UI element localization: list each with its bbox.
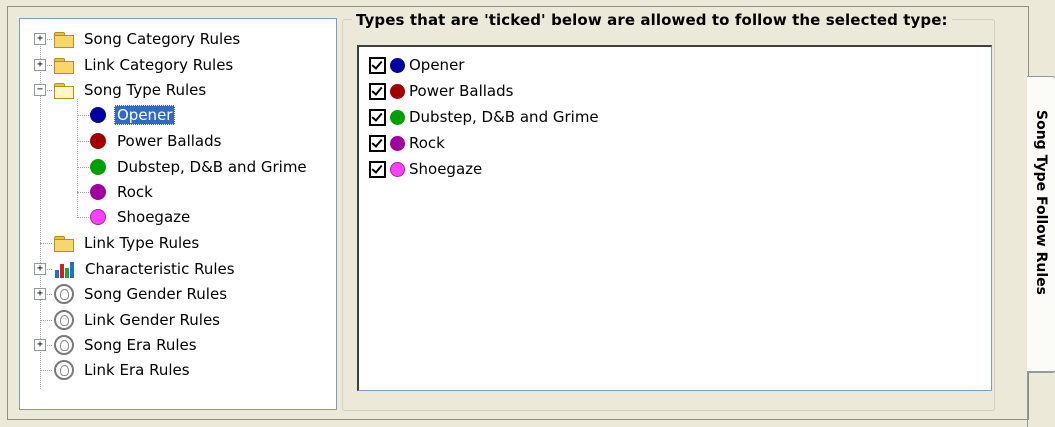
collapse-icon[interactable]: − [34, 84, 46, 96]
tree-item-link-category-rules[interactable]: Link Category Rules [54, 54, 236, 76]
tree-item-opener[interactable]: Opener [90, 104, 176, 126]
tree-item-label: Link Category Rules [84, 56, 234, 74]
tree-item-characteristic-rules[interactable]: Characteristic Rules [54, 258, 238, 280]
tree-item-link-gender-rules[interactable]: Link Gender Rules [54, 309, 223, 331]
checkbox[interactable] [369, 160, 386, 178]
tree-item-label: Rock [117, 183, 153, 201]
check-item-dubstep[interactable]: Dubstep, D&B and Grime [369, 105, 599, 129]
tree-item-shoegaze[interactable]: Shoegaze [90, 206, 193, 228]
tree-item-power-ballads[interactable]: Power Ballads [90, 130, 224, 152]
check-item-label: Dubstep, D&B and Grime [409, 108, 599, 126]
red-dot-icon [90, 133, 106, 149]
blue-dot-icon [390, 57, 405, 73]
expand-icon[interactable]: + [34, 263, 46, 275]
blue-dot-icon [90, 107, 106, 123]
checkbox[interactable] [369, 82, 386, 100]
open-folder-icon [54, 82, 74, 99]
tree-item-rock[interactable]: Rock [90, 181, 156, 203]
tab-strip-edge [1027, 371, 1055, 427]
gender-icon [54, 284, 74, 304]
purple-dot-icon [390, 135, 405, 151]
tree-item-label: Opener [114, 105, 176, 125]
tree-item-label: Characteristic Rules [85, 260, 235, 278]
tree-connector [77, 115, 89, 116]
tree-item-label: Song Era Rules [84, 336, 197, 354]
tree-item-song-era-rules[interactable]: Song Era Rules [54, 334, 200, 356]
expand-icon[interactable]: + [34, 59, 46, 71]
pink-dot-icon [90, 209, 106, 225]
check-item-opener[interactable]: Opener [369, 53, 464, 77]
era-icon [54, 360, 74, 380]
tree-item-label: Link Type Rules [84, 234, 200, 252]
tree-item-song-gender-rules[interactable]: Song Gender Rules [54, 283, 230, 305]
folder-icon [54, 31, 74, 48]
folder-icon [54, 57, 74, 74]
expand-icon[interactable]: + [34, 33, 46, 45]
tree-connector [40, 243, 52, 244]
tree-item-song-category-rules[interactable]: Song Category Rules [54, 28, 243, 50]
check-item-power-ballads[interactable]: Power Ballads [369, 79, 513, 103]
tree-item-label: Link Era Rules [84, 361, 190, 379]
red-dot-icon [390, 83, 405, 99]
folder-icon [54, 235, 74, 252]
check-item-label: Power Ballads [409, 82, 514, 100]
pink-dot-icon [390, 161, 405, 177]
tree-item-link-type-rules[interactable]: Link Type Rules [54, 232, 202, 254]
bar-chart-icon [54, 261, 76, 278]
tree-connector [77, 167, 89, 168]
rules-tree[interactable]: + + − + + + Song Category Rules Link Cat… [19, 18, 337, 410]
check-item-label: Rock [409, 134, 445, 152]
tree-item-dubstep[interactable]: Dubstep, D&B and Grime [90, 156, 310, 178]
era-icon [54, 335, 74, 355]
tree-connector [77, 99, 78, 216]
tree-connector [77, 217, 89, 218]
checkbox[interactable] [369, 108, 386, 126]
checkbox[interactable] [369, 56, 386, 74]
tree-connector [77, 141, 89, 142]
check-item-shoegaze[interactable]: Shoegaze [369, 157, 482, 181]
tree-connector [40, 320, 52, 321]
tree-connector [40, 370, 52, 371]
tree-item-label: Link Gender Rules [84, 311, 220, 329]
tab-label: Song Type Follow Rules [1033, 110, 1049, 295]
groupbox-title: Types that are 'ticked' below are allowe… [352, 11, 952, 29]
tree-item-label: Song Category Rules [84, 30, 241, 48]
check-item-rock[interactable]: Rock [369, 131, 445, 155]
tree-item-song-type-rules[interactable]: Song Type Rules [54, 79, 209, 101]
tree-item-label: Song Type Rules [84, 81, 207, 99]
expand-icon[interactable]: + [34, 339, 46, 351]
follow-types-checklist[interactable]: Opener Power Ballads Dubstep, D&B and Gr… [357, 45, 992, 391]
green-dot-icon [90, 159, 106, 175]
expand-icon[interactable]: + [34, 288, 46, 300]
purple-dot-icon [90, 184, 106, 200]
check-item-label: Shoegaze [409, 160, 483, 178]
check-item-label: Opener [409, 56, 465, 74]
tree-item-label: Shoegaze [117, 208, 191, 226]
gender-icon [54, 310, 74, 330]
tree-item-label: Power Ballads [117, 132, 222, 150]
green-dot-icon [390, 109, 405, 125]
tree-connector [77, 192, 89, 193]
checkbox[interactable] [369, 134, 386, 152]
tree-item-link-era-rules[interactable]: Link Era Rules [54, 359, 193, 381]
tree-item-label: Dubstep, D&B and Grime [117, 158, 307, 176]
tree-item-label: Song Gender Rules [84, 285, 228, 303]
